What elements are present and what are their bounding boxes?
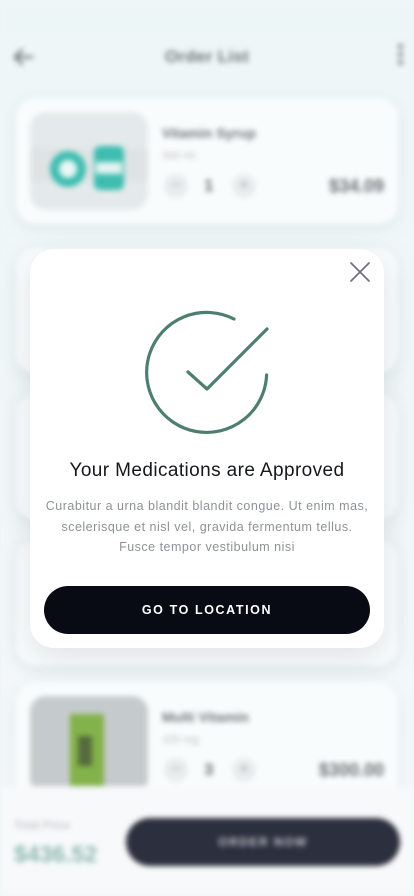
- screen: Order List Vitamin Syrup 300 ml − 1 + $3…: [0, 0, 414, 896]
- product-image: [30, 112, 148, 210]
- quantity-value: 3: [204, 760, 214, 779]
- decrease-quantity-button[interactable]: −: [164, 758, 188, 782]
- item-price: $300.00: [318, 760, 384, 780]
- item-size: 100 mg: [162, 734, 199, 746]
- go-to-location-button[interactable]: GO TO LOCATION: [44, 586, 370, 634]
- item-size: 300 ml: [162, 150, 196, 162]
- item-name: Multi Vitamin: [162, 709, 249, 725]
- approval-modal: Your Medications are Approved Curabitur …: [30, 249, 384, 648]
- product-image: [30, 696, 148, 794]
- decrease-quantity-button[interactable]: −: [164, 174, 188, 198]
- order-now-button[interactable]: ORDER NOW: [126, 818, 400, 866]
- increase-quantity-button[interactable]: +: [232, 174, 256, 198]
- close-icon[interactable]: [348, 260, 372, 284]
- check-circle-icon: [144, 309, 270, 435]
- total-price-value: $436.52: [14, 841, 98, 867]
- checkout-bar: Total Price $436.52 ORDER NOW: [0, 786, 414, 896]
- item-name: Vitamin Syrup: [162, 125, 256, 141]
- total-price-label: Total Price: [14, 818, 71, 832]
- page-title: Order List: [164, 47, 250, 66]
- order-item-card: Vitamin Syrup 300 ml − 1 + $34.09: [16, 98, 398, 224]
- modal-title: Your Medications are Approved: [69, 460, 345, 481]
- quantity-value: 1: [204, 176, 214, 195]
- more-menu-icon[interactable]: [396, 44, 404, 70]
- increase-quantity-button[interactable]: +: [232, 758, 256, 782]
- modal-description: Curabitur a urna blandit blandit congue.…: [45, 499, 369, 554]
- item-price: $34.09: [328, 176, 384, 196]
